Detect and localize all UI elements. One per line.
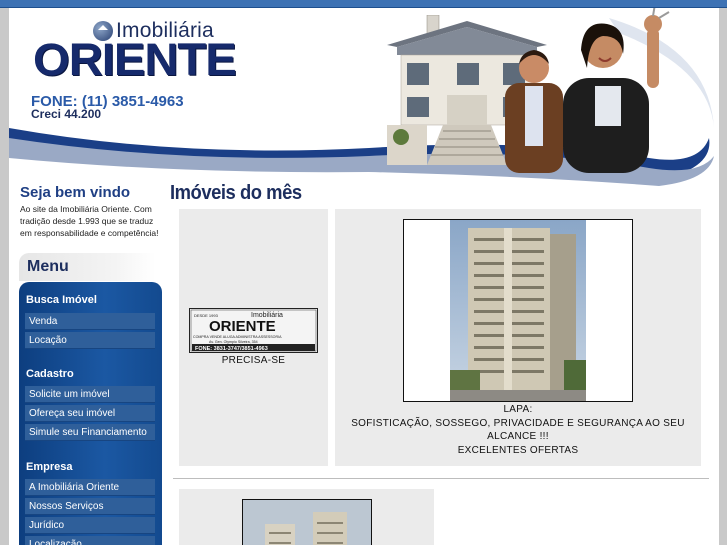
menu-item-venda[interactable]: Venda <box>25 313 155 330</box>
third-building-photo[interactable] <box>242 499 372 545</box>
card-caption-lapa-line4: EXCELENTES OFERTAS <box>457 445 579 456</box>
listing-card-precisa-se[interactable]: DESDE 1993 Imobiliária ORIENTE COMPRA VE… <box>179 209 328 466</box>
menu-section-cadastro: Cadastro <box>26 368 74 380</box>
menu-section-busca-imovel: Busca Imóvel <box>26 294 97 306</box>
sign-phone: FONE: 3831-3747/3851-4963 <box>195 346 268 352</box>
welcome-title: Seja bem vindo <box>20 184 131 201</box>
top-bar <box>0 0 727 8</box>
sign-brand-big: ORIENTE <box>209 318 276 335</box>
sign-address: Av. Gen. Olympio Silveira, 354 <box>209 340 258 344</box>
card-caption-lapa-line3: ALCANCE !!! <box>487 431 549 442</box>
card-caption-lapa-line2: SOFISTICAÇÃO, SOSSEGO, PRIVACIDADE E SEG… <box>351 418 685 429</box>
menu-item-a-imobiliaria[interactable]: A Imobiliária Oriente <box>25 479 155 496</box>
content-divider <box>173 478 709 479</box>
menu-title: Menu <box>27 258 69 275</box>
menu-item-solicite-imovel[interactable]: Solicite um imóvel <box>25 386 155 403</box>
welcome-text: Ao site da Imobiliária Oriente. Com trad… <box>20 204 159 238</box>
menu-item-nossos-servicos[interactable]: Nossos Serviços <box>25 498 155 515</box>
logo-brand-name[interactable]: ORIENTE <box>33 34 237 86</box>
menu-header: Menu <box>19 253 156 281</box>
menu-item-juridico[interactable]: Jurídico <box>25 517 155 534</box>
oriente-sign-image[interactable]: DESDE 1993 Imobiliária ORIENTE COMPRA VE… <box>189 308 318 353</box>
page-container: Imobiliária ORIENTE FONE: (11) 3851-4963… <box>9 8 719 545</box>
menu-item-simule-financiamento[interactable]: Simule seu Financiamento <box>25 424 155 441</box>
menu-item-localizacao[interactable]: Localização <box>25 536 155 545</box>
couple-photo <box>505 8 670 173</box>
menu-item-ofereca-imovel[interactable]: Ofereça seu imóvel <box>25 405 155 422</box>
sign-services: COMPRA VENDE ALUGA ADMINISTRA ASSESSORIA <box>193 335 282 339</box>
page-title: Imóveis do mês <box>170 182 302 204</box>
header-creci: Creci 44.200 <box>31 107 102 121</box>
site-header: Imobiliária ORIENTE FONE: (11) 3851-4963… <box>9 8 719 188</box>
card-caption-lapa-line1: LAPA: <box>503 404 533 415</box>
menu-item-locacao[interactable]: Locação <box>25 332 155 349</box>
menu-section-empresa: Empresa <box>26 461 73 473</box>
card-caption-precisa-se: PRECISA-SE <box>221 355 286 366</box>
lapa-building-photo[interactable] <box>403 219 633 402</box>
listing-card-third[interactable] <box>179 489 434 545</box>
listing-card-lapa[interactable]: LAPA: SOFISTICAÇÃO, SOSSEGO, PRIVACIDADE… <box>335 209 701 466</box>
